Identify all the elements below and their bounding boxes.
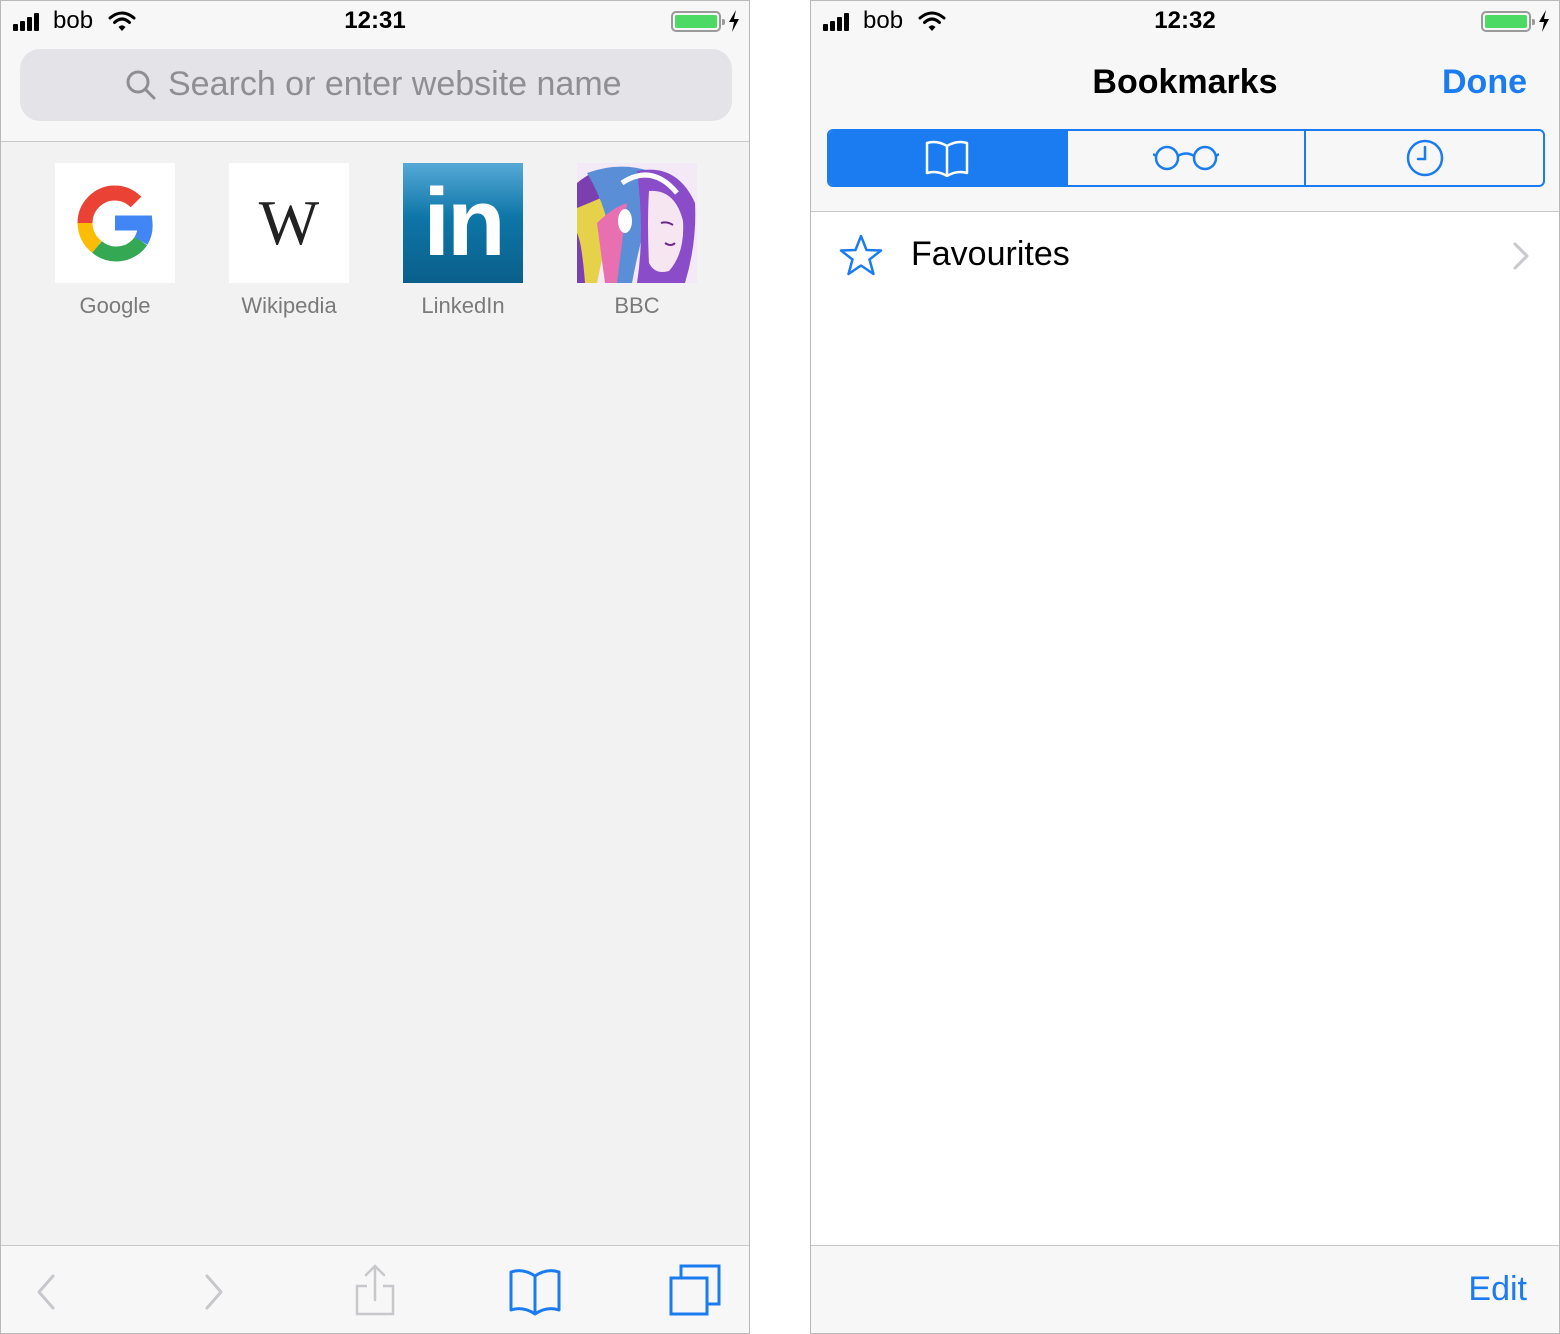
- charging-icon: [729, 10, 739, 32]
- back-icon[interactable]: [23, 1264, 75, 1316]
- segment-history[interactable]: [1304, 131, 1543, 185]
- star-icon: [839, 234, 883, 276]
- search-icon: [126, 70, 156, 100]
- book-icon: [926, 140, 969, 177]
- safari-header: bob 12:31 Search or enter website name: [1, 1, 749, 142]
- list-item-favourites[interactable]: Favourites: [811, 213, 1559, 299]
- glasses-icon: [1153, 145, 1219, 171]
- safari-start-screen: bob 12:31 Search or enter website name G…: [0, 0, 750, 1334]
- list-item-label: Favourites: [911, 235, 1070, 273]
- bbc-artwork-icon: [577, 163, 697, 283]
- chevron-right-icon: [1513, 242, 1529, 270]
- favourite-label: Google: [79, 293, 151, 318]
- status-time: 12:32: [1154, 7, 1216, 34]
- segment-reading-list[interactable]: [1065, 131, 1305, 185]
- edit-button[interactable]: Edit: [1468, 1270, 1527, 1309]
- linkedin-logo-icon: in: [403, 163, 523, 283]
- search-placeholder: Search or enter website name: [168, 65, 622, 103]
- clock-icon: [1406, 139, 1443, 177]
- bookmarks-screen: bob 12:32 Bookmarks Done Favourites Edit: [810, 0, 1560, 1334]
- charging-icon: [1539, 10, 1549, 32]
- search-field[interactable]: Search or enter website name: [20, 49, 732, 121]
- google-logo-icon: [55, 163, 175, 283]
- bookmarks-icon[interactable]: [509, 1264, 561, 1316]
- share-icon[interactable]: [349, 1264, 401, 1316]
- segment-bookmarks[interactable]: [829, 131, 1066, 185]
- tabs-icon[interactable]: [669, 1264, 721, 1316]
- battery-icon: [1481, 11, 1535, 32]
- linkedin-glyph: in: [423, 169, 505, 276]
- favourite-label: BBC: [614, 293, 660, 318]
- safari-toolbar: [1, 1245, 749, 1333]
- favourite-label: LinkedIn: [421, 293, 505, 318]
- status-bar: bob 12:32: [811, 1, 1559, 41]
- wikipedia-glyph: W: [258, 187, 320, 258]
- status-bar: bob 12:31: [1, 1, 749, 41]
- battery-icon: [671, 11, 725, 32]
- forward-icon[interactable]: [185, 1264, 237, 1316]
- bookmarks-nav-bar: bob 12:32 Bookmarks Done: [811, 1, 1559, 212]
- bookmarks-toolbar: Edit: [811, 1245, 1559, 1333]
- status-time: 12:31: [344, 7, 406, 34]
- wikipedia-logo-icon: W: [229, 163, 349, 283]
- bookmarks-segmented-control: [827, 129, 1545, 187]
- done-button[interactable]: Done: [1442, 63, 1527, 102]
- favourite-label: Wikipedia: [241, 293, 337, 318]
